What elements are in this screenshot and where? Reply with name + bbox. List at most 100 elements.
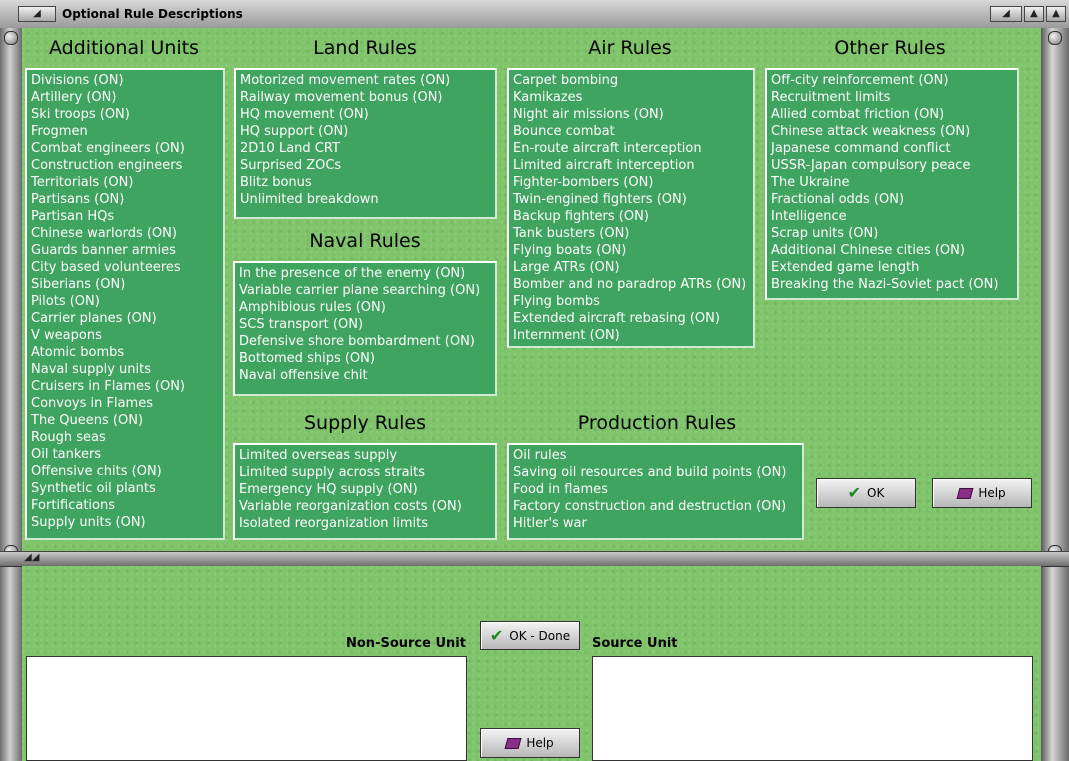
list-item[interactable]: Fighter-bombers (ON) — [513, 174, 753, 191]
list-item[interactable]: In the presence of the enemy (ON) — [239, 265, 495, 282]
help-button-bottom[interactable]: Help — [480, 728, 580, 758]
list-item[interactable]: Off-city reinforcement (ON) — [771, 72, 1017, 89]
list-item[interactable]: Emergency HQ supply (ON) — [239, 481, 495, 498]
list-item[interactable]: Oil rules — [513, 447, 802, 464]
list-item[interactable]: Construction engineers — [31, 157, 223, 174]
list-item[interactable]: USSR-Japan compulsory peace — [771, 157, 1017, 174]
list-item[interactable]: Chinese warlords (ON) — [31, 225, 223, 242]
list-item[interactable]: Ski troops (ON) — [31, 106, 223, 123]
list-item[interactable]: Breaking the Nazi-Soviet pact (ON) — [771, 276, 1017, 293]
list-item[interactable]: Bomber and no paradrop ATRs (ON) — [513, 276, 753, 293]
list-item[interactable]: Motorized movement rates (ON) — [240, 72, 495, 89]
list-item[interactable]: Night air missions (ON) — [513, 106, 753, 123]
list-item[interactable]: Chinese attack weakness (ON) — [771, 123, 1017, 140]
list-item[interactable]: Naval offensive chit — [239, 367, 495, 384]
list-item[interactable]: Frogmen — [31, 123, 223, 140]
list-item[interactable]: Guards banner armies — [31, 242, 223, 259]
list-item[interactable]: Bottomed ships (ON) — [239, 350, 495, 367]
minimize-button[interactable]: ◢ — [990, 6, 1022, 22]
list-item[interactable]: Blitz bonus — [240, 174, 495, 191]
list-item[interactable]: Surprised ZOCs — [240, 157, 495, 174]
ok-done-button[interactable]: ✔ OK - Done — [480, 621, 580, 650]
list-item[interactable]: Kamikazes — [513, 89, 753, 106]
list-item[interactable]: Extended game length — [771, 259, 1017, 276]
list-item[interactable]: Japanese command conflict — [771, 140, 1017, 157]
list-item[interactable]: Variable carrier plane searching (ON) — [239, 282, 495, 299]
list-item[interactable]: Carpet bombing — [513, 72, 753, 89]
list-item[interactable]: Synthetic oil plants — [31, 480, 223, 497]
list-item[interactable]: Limited supply across straits — [239, 464, 495, 481]
list-item[interactable]: 2D10 Land CRT — [240, 140, 495, 157]
help-button[interactable]: Help — [932, 478, 1032, 508]
list-item[interactable]: Offensive chits (ON) — [31, 463, 223, 480]
list-item[interactable]: Large ATRs (ON) — [513, 259, 753, 276]
list-item[interactable]: Cruisers in Flames (ON) — [31, 378, 223, 395]
list-item[interactable]: Backup fighters (ON) — [513, 208, 753, 225]
list-item[interactable]: Isolated reorganization limits — [239, 515, 495, 532]
source-unit-box[interactable] — [592, 656, 1033, 761]
list-item[interactable]: Limited aircraft interception — [513, 157, 753, 174]
supply-rules-list[interactable]: Limited overseas supply Limited supply ac… — [233, 443, 497, 540]
list-item[interactable]: Extended aircraft rebasing (ON) — [513, 310, 753, 327]
list-item[interactable]: Amphibious rules (ON) — [239, 299, 495, 316]
list-item[interactable]: Variable reorganization costs (ON) — [239, 498, 495, 515]
list-item[interactable]: Food in flames — [513, 481, 802, 498]
land-rules-list[interactable]: Motorized movement rates (ON) Railway mov… — [234, 68, 497, 219]
list-item[interactable]: Unlimited breakdown — [240, 191, 495, 208]
list-item[interactable]: HQ support (ON) — [240, 123, 495, 140]
list-item[interactable]: Partisans (ON) — [31, 191, 223, 208]
list-item[interactable]: Siberians (ON) — [31, 276, 223, 293]
list-item[interactable]: The Queens (ON) — [31, 412, 223, 429]
system-menu-button[interactable]: ◢ — [18, 6, 56, 22]
list-item[interactable]: Recruitment limits — [771, 89, 1017, 106]
list-item[interactable]: Saving oil resources and build points (O… — [513, 464, 802, 481]
list-item[interactable]: Carrier planes (ON) — [31, 310, 223, 327]
ok-button[interactable]: ✔ OK — [816, 478, 916, 508]
list-item[interactable]: The Ukraine — [771, 174, 1017, 191]
list-item[interactable]: Flying boats (ON) — [513, 242, 753, 259]
list-item[interactable]: Pilots (ON) — [31, 293, 223, 310]
list-item[interactable]: Allied combat friction (ON) — [771, 106, 1017, 123]
list-item[interactable]: Defensive shore bombardment (ON) — [239, 333, 495, 350]
list-item[interactable]: Supply units (ON) — [31, 514, 223, 531]
list-item[interactable]: Naval supply units — [31, 361, 223, 378]
list-item[interactable]: V weapons — [31, 327, 223, 344]
naval-rules-list[interactable]: In the presence of the enemy (ON) Variabl… — [233, 261, 497, 396]
list-item[interactable]: Fortifications — [31, 497, 223, 514]
other-rules-list[interactable]: Off-city reinforcement (ON) Recruitment l… — [765, 68, 1019, 300]
list-item[interactable]: Fractional odds (ON) — [771, 191, 1017, 208]
list-item[interactable]: Partisan HQs — [31, 208, 223, 225]
air-rules-list[interactable]: Carpet bombing Kamikazes Night air mission… — [507, 68, 755, 348]
list-item[interactable]: Railway movement bonus (ON) — [240, 89, 495, 106]
list-item[interactable]: Territorials (ON) — [31, 174, 223, 191]
list-item[interactable]: HQ movement (ON) — [240, 106, 495, 123]
additional-units-list[interactable]: Divisions (ON) Artillery (ON) Ski troops (… — [25, 68, 225, 540]
list-item[interactable]: En-route aircraft interception — [513, 140, 753, 157]
list-item[interactable]: Convoys in Flames — [31, 395, 223, 412]
list-item[interactable]: Factory construction and destruction (ON… — [513, 498, 802, 515]
list-item[interactable]: Rough seas — [31, 429, 223, 446]
window-title: Optional Rule Descriptions — [62, 7, 243, 21]
production-rules-list[interactable]: Oil rules Saving oil resources and build … — [507, 443, 804, 540]
list-item[interactable]: Combat engineers (ON) — [31, 140, 223, 157]
list-item[interactable]: SCS transport (ON) — [239, 316, 495, 333]
list-item[interactable]: Hitler's war — [513, 515, 802, 532]
list-item[interactable]: Oil tankers — [31, 446, 223, 463]
list-item[interactable]: Atomic bombs — [31, 344, 223, 361]
list-item[interactable]: Twin-engined fighters (ON) — [513, 191, 753, 208]
list-item[interactable]: City based volunteeres — [31, 259, 223, 276]
list-item[interactable]: Intelligence — [771, 208, 1017, 225]
maximize-button[interactable]: ▲ — [1024, 6, 1044, 22]
list-item[interactable]: Divisions (ON) — [31, 72, 223, 89]
list-item[interactable]: Scrap units (ON) — [771, 225, 1017, 242]
restore-button[interactable]: ▲ — [1046, 6, 1066, 22]
list-item[interactable]: Tank busters (ON) — [513, 225, 753, 242]
list-item[interactable]: Flying bombs — [513, 293, 753, 310]
non-source-unit-box[interactable] — [26, 656, 467, 761]
panel-divider[interactable]: ◢◢ — [0, 551, 1069, 567]
list-item[interactable]: Internment (ON) — [513, 327, 753, 344]
list-item[interactable]: Artillery (ON) — [31, 89, 223, 106]
list-item[interactable]: Bounce combat — [513, 123, 753, 140]
list-item[interactable]: Additional Chinese cities (ON) — [771, 242, 1017, 259]
list-item[interactable]: Limited overseas supply — [239, 447, 495, 464]
